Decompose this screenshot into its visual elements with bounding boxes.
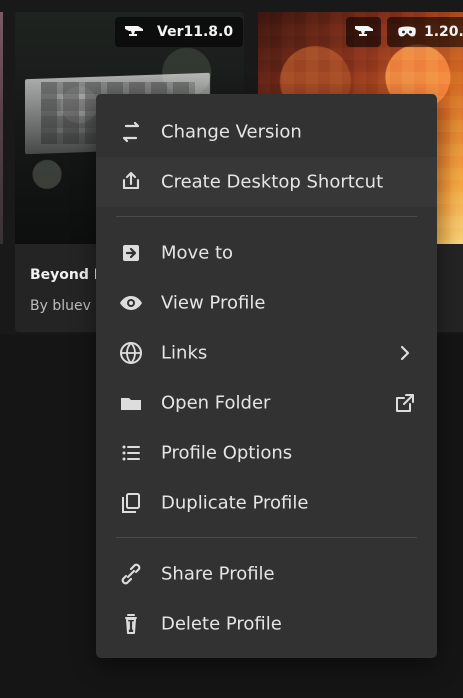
move-arrow-icon (117, 239, 145, 267)
menu-item-profile-options-label: Profile Options (161, 442, 293, 464)
anvil-badge-right (346, 17, 381, 47)
menu-item-change-version-label: Change Version (161, 121, 302, 143)
menu-item-links-label: Links (161, 342, 208, 364)
external-link-icon (393, 391, 417, 415)
menu-item-delete-profile[interactable]: Delete Profile (96, 599, 437, 649)
anvil-icon (123, 24, 145, 40)
swap-icon (117, 118, 145, 146)
menu-item-create-desktop-shortcut-label: Create Desktop Shortcut (161, 171, 384, 193)
version-badge-left-text: Ver11.8.0 (157, 24, 234, 40)
anvil-icon (353, 24, 375, 40)
globe-icon (117, 339, 145, 367)
menu-item-duplicate-profile[interactable]: Duplicate Profile (96, 478, 437, 528)
menu-divider-top (116, 216, 417, 217)
trash-icon (117, 610, 145, 638)
profile-card-left-author: By bluev (30, 298, 91, 314)
menu-item-open-folder-label: Open Folder (161, 392, 271, 414)
list-icon (117, 439, 145, 467)
mask-icon (396, 24, 418, 40)
menu-item-view-profile-label: View Profile (161, 292, 266, 314)
menu-item-change-version[interactable]: Change Version (96, 107, 437, 157)
version-badge-left: Ver11.8.0 (115, 17, 243, 47)
menu-item-links[interactable]: Links (96, 328, 437, 378)
menu-item-view-profile[interactable]: View Profile (96, 278, 437, 328)
share-icon (117, 560, 145, 588)
menu-item-delete-profile-label: Delete Profile (161, 613, 282, 635)
duplicate-icon (117, 489, 145, 517)
menu-item-share-profile[interactable]: Share Profile (96, 549, 437, 599)
menu-item-open-folder[interactable]: Open Folder (96, 378, 437, 428)
menu-item-move-to-label: Move to (161, 242, 234, 264)
chevron-right-icon (393, 341, 417, 365)
version-badge-right-text: 1.20. (424, 24, 463, 40)
version-badge-right: 1.20. (387, 17, 463, 47)
menu-item-share-profile-label: Share Profile (161, 563, 275, 585)
profile-context-menu: Change Version Create Desktop Shortcut M… (96, 94, 437, 658)
menu-divider-bottom (116, 537, 417, 538)
folder-icon (117, 389, 145, 417)
menu-item-create-desktop-shortcut[interactable]: Create Desktop Shortcut (96, 157, 437, 207)
profile-card-left-title: Beyond I (30, 267, 99, 283)
menu-item-move-to[interactable]: Move to (96, 228, 437, 278)
background-left-strip (0, 12, 3, 244)
eye-icon (117, 289, 145, 317)
upload-icon (117, 168, 145, 196)
menu-item-duplicate-profile-label: Duplicate Profile (161, 492, 309, 514)
menu-item-profile-options[interactable]: Profile Options (96, 428, 437, 478)
